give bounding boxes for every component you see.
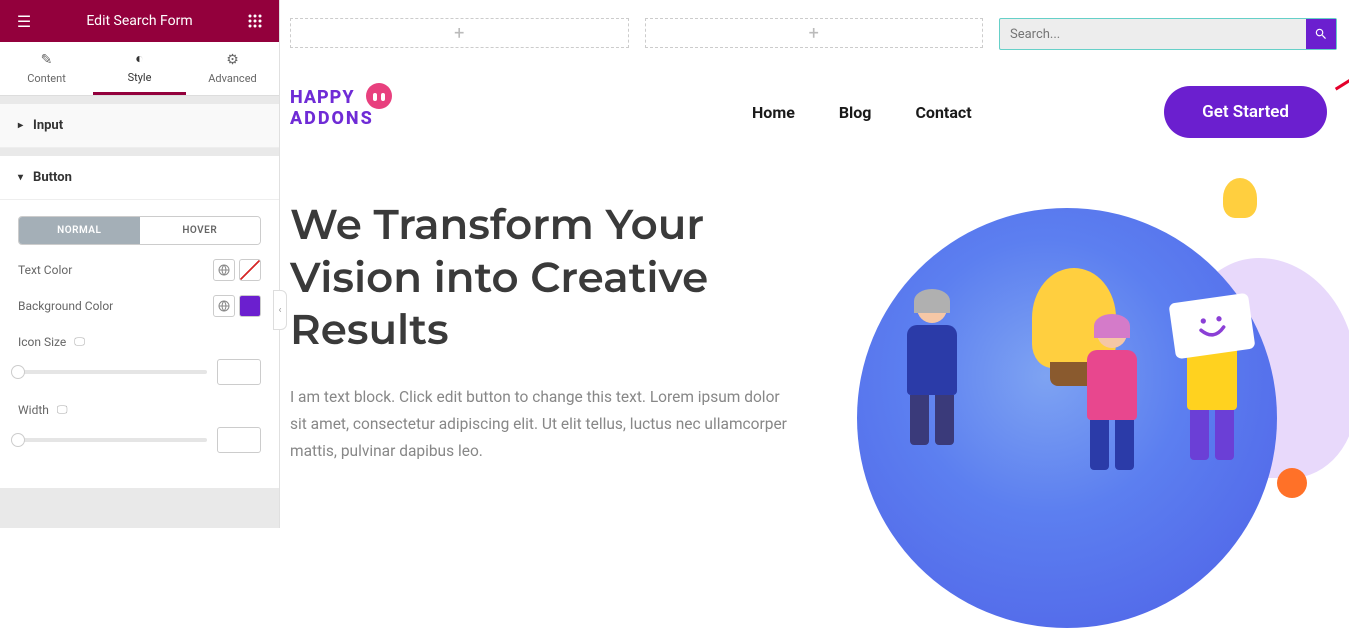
hero-illustration xyxy=(817,198,1337,508)
desktop-icon[interactable]: 🖵 xyxy=(74,335,85,349)
caret-right-icon: ▸ xyxy=(18,120,23,131)
hero-section: We Transform Your Vision into Creative R… xyxy=(290,198,1337,508)
text-color-row: Text Color xyxy=(0,245,279,281)
text-color-label: Text Color xyxy=(18,263,72,277)
icon-size-input[interactable] xyxy=(217,359,261,385)
search-icon xyxy=(1314,27,1328,41)
nav-link-contact[interactable]: Contact xyxy=(915,103,971,122)
menu-icon[interactable]: ☰ xyxy=(12,12,36,31)
width-input[interactable] xyxy=(217,427,261,453)
caret-down-icon: ▾ xyxy=(18,172,23,183)
desktop-icon[interactable]: 🖵 xyxy=(57,403,68,417)
gear-icon: ⚙ xyxy=(226,52,239,68)
slider-thumb[interactable] xyxy=(11,365,25,379)
slider-thumb[interactable] xyxy=(11,433,25,447)
icon-size-label: Icon Size xyxy=(18,335,66,349)
contrast-icon: ◐ xyxy=(135,50,143,67)
width-slider[interactable] xyxy=(18,438,207,442)
logo-face-icon xyxy=(366,83,392,109)
editor-panel: ☰ Edit Search Form ✎ Content ◐ Style ⚙ A… xyxy=(0,0,280,528)
search-submit-button[interactable] xyxy=(1306,19,1336,49)
collapse-panel-handle[interactable]: ‹ xyxy=(273,290,287,330)
tab-content[interactable]: ✎ Content xyxy=(0,42,93,95)
search-input[interactable] xyxy=(1000,19,1306,49)
drop-zone[interactable]: + xyxy=(290,18,629,48)
logo-text-bottom: ADDONS xyxy=(290,108,386,129)
tab-label: Advanced xyxy=(208,72,256,85)
icon-size-slider[interactable] xyxy=(18,370,207,374)
hero-title: We Transform Your Vision into Creative R… xyxy=(290,198,787,356)
pencil-icon: ✎ xyxy=(41,52,53,68)
nav-link-blog[interactable]: Blog xyxy=(839,103,872,122)
icon-size-control: Icon Size 🖵 xyxy=(0,317,279,385)
section-label: Button xyxy=(33,170,72,185)
width-label: Width xyxy=(18,403,49,417)
nav-link-home[interactable]: Home xyxy=(752,103,795,122)
section-input[interactable]: ▸ Input xyxy=(0,104,279,148)
width-control: Width 🖵 xyxy=(0,385,279,453)
global-color-icon[interactable] xyxy=(213,295,235,317)
preview-canvas: + + HAPPY ADDONS Home Blog Contact Get S… xyxy=(280,0,1349,528)
section-label: Input xyxy=(33,118,63,133)
logo[interactable]: HAPPY ADDONS xyxy=(290,87,386,137)
tab-advanced[interactable]: ⚙ Advanced xyxy=(186,42,279,95)
subtab-hover[interactable]: HOVER xyxy=(140,217,261,244)
nav-links: Home Blog Contact xyxy=(752,103,972,122)
drop-zone[interactable]: + xyxy=(645,18,984,48)
tab-style[interactable]: ◐ Style xyxy=(93,42,186,95)
search-form-widget[interactable] xyxy=(999,18,1337,50)
bg-color-swatch[interactable] xyxy=(239,295,261,317)
panel-title: Edit Search Form xyxy=(36,13,243,29)
subtab-normal[interactable]: NORMAL xyxy=(19,217,140,244)
panel-header: ☰ Edit Search Form xyxy=(0,0,279,42)
apps-icon[interactable] xyxy=(243,14,267,28)
bg-color-label: Background Color xyxy=(18,299,113,313)
get-started-button[interactable]: Get Started xyxy=(1164,86,1327,138)
global-color-icon[interactable] xyxy=(213,259,235,281)
bg-color-row: Background Color xyxy=(0,281,279,317)
tab-label: Style xyxy=(128,71,152,84)
section-button[interactable]: ▾ Button xyxy=(0,156,279,200)
state-subtabs: NORMAL HOVER xyxy=(18,216,261,245)
hero-body: I am text block. Click edit button to ch… xyxy=(290,384,787,465)
text-color-swatch[interactable] xyxy=(239,259,261,281)
site-navbar: HAPPY ADDONS Home Blog Contact Get Start… xyxy=(290,86,1337,138)
panel-tabs: ✎ Content ◐ Style ⚙ Advanced xyxy=(0,42,279,96)
tab-label: Content xyxy=(27,72,66,85)
